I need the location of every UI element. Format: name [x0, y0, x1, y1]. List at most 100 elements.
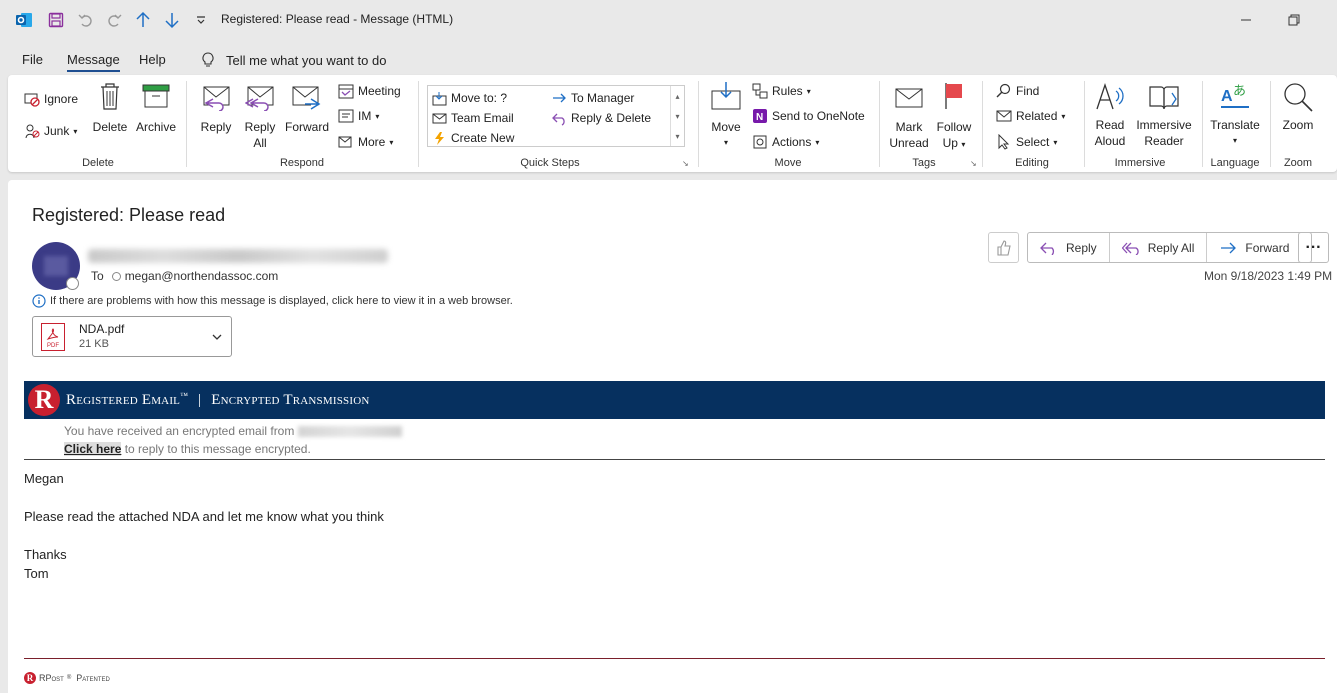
related-icon	[996, 110, 1012, 122]
ribbon-separator	[1202, 81, 1203, 167]
translate-button[interactable]: Aあ Translate ▾	[1208, 81, 1262, 149]
ribbon-separator	[1084, 81, 1085, 167]
more-actions-button[interactable]: ···	[1298, 232, 1329, 263]
undo-icon[interactable]	[76, 10, 96, 30]
notice-line-1: You have received an encrypted email fro…	[64, 424, 295, 438]
rules-button[interactable]: Rules ▾	[752, 81, 811, 101]
save-icon[interactable]	[46, 10, 66, 30]
rules-icon	[752, 83, 768, 99]
forward-icon	[292, 86, 321, 110]
junk-label: Junk	[44, 124, 70, 138]
reply-label: Reply	[200, 120, 232, 134]
select-button[interactable]: Select ▾	[996, 132, 1057, 152]
reply-all-icon	[1121, 242, 1139, 255]
expand-gallery-icon[interactable]: ▾	[675, 132, 679, 141]
team-email-label: Team Email	[451, 111, 514, 125]
onenote-icon: N	[753, 109, 767, 123]
reply-all-action-button[interactable]: Reply All	[1110, 233, 1208, 262]
menu-message[interactable]: Message	[67, 52, 120, 72]
im-button[interactable]: IM ▾	[338, 106, 379, 126]
recipient-email: megan@northendassoc.com	[124, 269, 279, 283]
actions-button[interactable]: Actions ▾	[752, 132, 819, 152]
forward-button[interactable]: Forward	[284, 85, 330, 135]
quick-step-to-manager[interactable]: To Manager	[552, 88, 634, 108]
encrypted-reply-link[interactable]: Click here	[64, 442, 122, 456]
more-label: More	[358, 135, 386, 149]
meeting-button[interactable]: Meeting	[338, 81, 401, 101]
follow-up-button[interactable]: Follow Up ▾	[934, 81, 974, 153]
scroll-up-icon[interactable]: ▴	[675, 92, 679, 101]
envelope-icon	[432, 113, 447, 123]
redo-icon[interactable]	[104, 10, 124, 30]
attachment-size: 21 KB	[79, 337, 109, 350]
ignore-button[interactable]: Ignore	[24, 89, 78, 109]
quick-steps-launcher-icon[interactable]: ↘	[682, 159, 690, 168]
quick-step-team-email[interactable]: Team Email	[432, 108, 514, 128]
gallery-scroll[interactable]: ▴ ▾ ▾	[670, 86, 684, 146]
chevron-down-icon: ▾	[806, 86, 811, 96]
chevron-down-icon: ▾	[1061, 111, 1066, 121]
quick-step-reply-delete[interactable]: Reply & Delete	[552, 108, 651, 128]
recipient[interactable]: megan@northendassoc.com	[111, 269, 279, 283]
message-subject: Registered: Please read	[32, 205, 226, 225]
quick-step-move-to[interactable]: Move to: ?	[432, 88, 507, 108]
search-icon	[996, 83, 1011, 98]
previous-item-icon[interactable]	[133, 10, 153, 30]
tags-launcher-icon[interactable]: ↘	[970, 159, 977, 168]
flag-icon	[945, 83, 962, 109]
reply-all-button[interactable]: Reply All	[242, 85, 278, 151]
logo-letter: R	[34, 385, 54, 414]
zoom-button[interactable]: Zoom	[1276, 81, 1320, 133]
chevron-down-icon[interactable]	[211, 331, 223, 343]
related-button[interactable]: Related ▾	[996, 106, 1065, 126]
ignore-icon	[24, 93, 40, 107]
follow-up-label-2: Up ▾	[942, 136, 966, 150]
thumbs-up-icon	[996, 239, 1011, 256]
junk-button[interactable]: Junk ▾	[24, 121, 77, 141]
onenote-button[interactable]: N Send to OneNote	[752, 106, 865, 126]
chevron-down-icon: ▾	[73, 126, 78, 136]
select-label: Select	[1016, 135, 1050, 149]
mark-unread-button[interactable]: Mark Unread	[886, 85, 932, 151]
more-respond-button[interactable]: More ▾	[338, 132, 393, 152]
immersive-reader-button[interactable]: Immersive Reader	[1134, 81, 1194, 149]
next-item-icon[interactable]	[162, 10, 182, 30]
notice-sender-redacted	[297, 426, 402, 438]
read-aloud-button[interactable]: Read Aloud	[1090, 81, 1130, 149]
delete-button[interactable]: Delete	[92, 81, 128, 135]
reply-arrow-icon	[552, 113, 565, 126]
menu-file[interactable]: File	[22, 52, 43, 67]
read-aloud-label-2: Aloud	[1094, 134, 1126, 148]
restore-icon[interactable]	[1282, 8, 1306, 32]
translate-label: Translate	[1210, 118, 1260, 132]
forward-icon	[1221, 242, 1237, 253]
create-new-label: Create New	[451, 131, 515, 145]
footer-patented: Patented	[76, 673, 110, 683]
sender-redacted	[88, 249, 388, 263]
presence-indicator	[66, 277, 79, 290]
quick-steps-group-label: Quick Steps	[520, 157, 580, 169]
minimize-icon[interactable]	[1234, 8, 1258, 32]
message-body: Megan Please read the attached NDA and l…	[24, 469, 384, 583]
reply-button[interactable]: Reply	[198, 85, 234, 135]
notice-line-2: to reply to this message encrypted.	[121, 442, 311, 456]
archive-button[interactable]: Archive	[136, 81, 176, 135]
like-button[interactable]	[988, 232, 1019, 263]
attachment-card[interactable]: PDF NDA.pdf 21 KB	[32, 316, 232, 357]
scroll-down-icon[interactable]: ▾	[675, 112, 679, 121]
forward-action-button[interactable]: Forward	[1207, 233, 1311, 262]
move-button[interactable]: Move ▾	[706, 81, 746, 151]
tell-me-search[interactable]: Tell me what you want to do	[202, 52, 386, 68]
encryption-notice: You have received an encrypted email fro…	[64, 422, 402, 458]
find-button[interactable]: Find	[996, 81, 1039, 101]
info-bar[interactable]: If there are problems with how this mess…	[32, 294, 513, 308]
reply-action-button[interactable]: Reply	[1028, 233, 1110, 262]
archive-icon	[142, 84, 170, 108]
rpost-footer: R RPost ® Patented	[24, 672, 110, 684]
customize-toolbar-icon[interactable]	[191, 10, 211, 30]
quick-step-create-new[interactable]: Create New	[432, 128, 514, 148]
menu-help[interactable]: Help	[139, 52, 166, 67]
tags-group-label: Tags	[912, 157, 936, 169]
avatar-image	[44, 256, 68, 276]
info-icon	[32, 294, 46, 308]
